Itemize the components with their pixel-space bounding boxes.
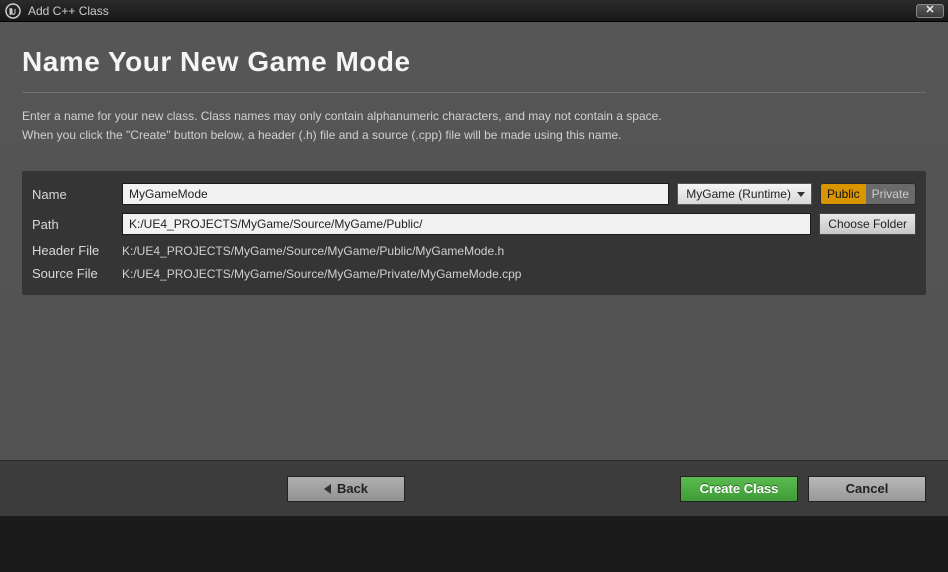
module-dropdown[interactable]: MyGame (Runtime) [677, 183, 812, 205]
form-panel: Name MyGame (Runtime) Public Private Pat… [22, 171, 926, 295]
header-file-value: K:/UE4_PROJECTS/MyGame/Source/MyGame/Pub… [122, 244, 504, 258]
visibility-public-button[interactable]: Public [821, 184, 866, 204]
path-label: Path [32, 217, 114, 232]
window-title: Add C++ Class [28, 4, 109, 18]
source-file-label: Source File [32, 266, 114, 281]
source-file-value: K:/UE4_PROJECTS/MyGame/Source/MyGame/Pri… [122, 267, 521, 281]
description-line: When you click the "Create" button below… [22, 126, 926, 145]
source-file-row: Source File K:/UE4_PROJECTS/MyGame/Sourc… [32, 266, 916, 281]
description: Enter a name for your new class. Class n… [22, 107, 926, 145]
back-arrow-icon [324, 484, 331, 494]
back-button[interactable]: Back [287, 476, 405, 502]
header-file-label: Header File [32, 243, 114, 258]
name-row: Name MyGame (Runtime) Public Private [32, 183, 916, 205]
page-title: Name Your New Game Mode [22, 46, 926, 78]
header-file-row: Header File K:/UE4_PROJECTS/MyGame/Sourc… [32, 243, 916, 258]
divider [22, 92, 926, 93]
path-row: Path Choose Folder [32, 213, 916, 235]
app-logo-icon [4, 2, 22, 20]
bottom-edge [0, 516, 948, 522]
choose-folder-label: Choose Folder [828, 217, 907, 231]
chevron-down-icon [797, 192, 805, 197]
cancel-label: Cancel [846, 481, 889, 496]
footer: Back Create Class Cancel [0, 460, 948, 516]
main-panel: Name Your New Game Mode Enter a name for… [0, 22, 948, 516]
back-button-label: Back [337, 481, 368, 496]
close-button[interactable]: ✕ [916, 4, 944, 18]
visibility-private-button[interactable]: Private [866, 184, 915, 204]
path-input[interactable] [122, 213, 811, 235]
titlebar: Add C++ Class ✕ [0, 0, 948, 22]
module-dropdown-label: MyGame (Runtime) [686, 187, 791, 201]
create-class-label: Create Class [700, 481, 779, 496]
create-class-button[interactable]: Create Class [680, 476, 798, 502]
visibility-toggle: Public Private [820, 183, 916, 205]
choose-folder-button[interactable]: Choose Folder [819, 213, 916, 235]
close-icon: ✕ [925, 5, 934, 16]
name-input[interactable] [122, 183, 669, 205]
cancel-button[interactable]: Cancel [808, 476, 926, 502]
description-line: Enter a name for your new class. Class n… [22, 107, 926, 126]
name-label: Name [32, 187, 114, 202]
